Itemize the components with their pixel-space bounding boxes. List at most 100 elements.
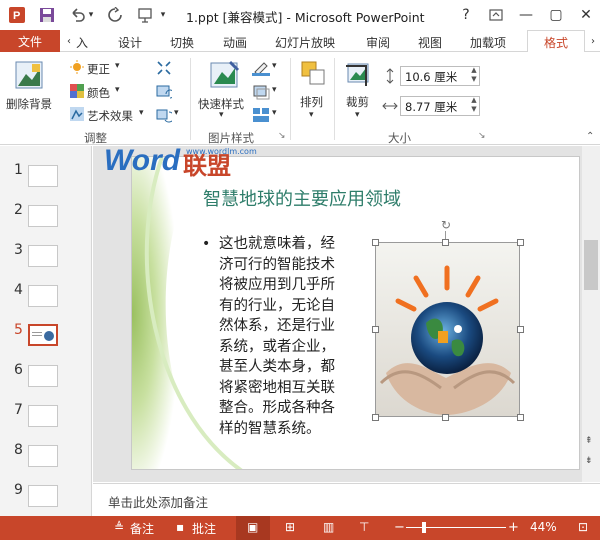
zoom-slider-thumb[interactable]: [422, 522, 426, 533]
remove-background-icon[interactable]: [12, 60, 46, 92]
slide-scrollbar[interactable]: [582, 146, 600, 482]
save-icon[interactable]: [38, 6, 56, 24]
picture-layout-dropdown-icon[interactable]: ▾: [272, 108, 277, 118]
thumbnail-scrollbar[interactable]: [80, 150, 90, 512]
slide-body-text[interactable]: 这也就意味着，经 济可行的智能技术 将被应用到几乎所 有的行业，无论自 然体系，…: [219, 234, 335, 439]
normal-view-icon[interactable]: ▣: [247, 520, 258, 534]
height-spinner-icon[interactable]: ▲ ▼: [468, 66, 480, 86]
slideshow-view-icon[interactable]: ⊤: [359, 520, 369, 534]
collapse-ribbon-icon[interactable]: ⌃: [586, 131, 594, 142]
picture-effects-icon[interactable]: [252, 84, 270, 100]
slide-thumbnail[interactable]: [28, 165, 58, 187]
restore-button[interactable]: ▢: [547, 6, 565, 24]
artistic-effects-dropdown-icon[interactable]: ▾: [139, 108, 144, 118]
selected-picture[interactable]: [375, 242, 520, 417]
crop-icon[interactable]: [344, 60, 372, 88]
quick-styles-dropdown-icon[interactable]: ▾: [219, 110, 224, 120]
tab-transitions[interactable]: 切换: [170, 34, 194, 51]
slide-title[interactable]: 智慧地球的主要应用领域: [203, 185, 401, 211]
tab-scroll-left-icon[interactable]: ‹: [64, 34, 74, 48]
comments-icon[interactable]: ▪: [176, 520, 184, 534]
slide-thumbnail-selected[interactable]: [28, 324, 58, 346]
start-slideshow-icon[interactable]: [136, 6, 154, 24]
quick-styles-icon[interactable]: [208, 60, 240, 92]
slide-number: 4: [14, 282, 23, 298]
slide-thumbnail[interactable]: [28, 485, 58, 507]
color-button[interactable]: 颜色: [87, 85, 110, 101]
help-button[interactable]: ?: [457, 6, 475, 24]
slide-thumbnail[interactable]: [28, 445, 58, 467]
tab-view[interactable]: 视图: [418, 34, 442, 51]
notes-placeholder[interactable]: 单击此处添加备注: [108, 492, 208, 511]
close-button[interactable]: ✕: [577, 6, 595, 24]
slide-thumbnail[interactable]: [28, 245, 58, 267]
zoom-level[interactable]: 44%: [530, 520, 557, 534]
picture-styles-dialog-launcher-icon[interactable]: ↘: [278, 131, 286, 141]
comments-button[interactable]: 批注: [192, 520, 216, 537]
arrange-icon[interactable]: [300, 60, 328, 88]
width-spinner-icon[interactable]: ▲ ▼: [468, 96, 480, 116]
change-picture-icon[interactable]: [156, 84, 175, 100]
redo-icon[interactable]: [106, 6, 124, 24]
tab-format[interactable]: 格式: [527, 30, 585, 53]
corrections-dropdown-icon[interactable]: ▾: [115, 61, 120, 71]
resize-handle[interactable]: [372, 239, 379, 246]
tab-file[interactable]: 文件: [0, 30, 60, 52]
zoom-in-icon[interactable]: +: [508, 520, 519, 535]
next-slide-icon[interactable]: ⇟: [585, 456, 593, 466]
tab-insert-partial[interactable]: 入: [76, 34, 88, 51]
undo-icon[interactable]: [68, 6, 86, 24]
resize-handle[interactable]: [442, 239, 449, 246]
slide-scrollbar-thumb[interactable]: [584, 240, 598, 290]
slide-thumbnail[interactable]: [28, 285, 58, 307]
slide-thumbnail[interactable]: [28, 205, 58, 227]
tab-design[interactable]: 设计: [118, 34, 142, 51]
resize-handle[interactable]: [372, 414, 379, 421]
resize-handle[interactable]: [517, 414, 524, 421]
picture-border-icon[interactable]: [252, 60, 270, 76]
reading-view-icon[interactable]: ▥: [323, 520, 334, 534]
slide-number: 8: [14, 442, 23, 458]
ribbon-display-options-icon[interactable]: [487, 6, 505, 24]
resize-handle[interactable]: [517, 326, 524, 333]
resize-handle[interactable]: [372, 326, 379, 333]
crop-dropdown-icon[interactable]: ▾: [355, 110, 360, 120]
reset-picture-dropdown-icon[interactable]: ▾: [174, 108, 179, 118]
size-dialog-launcher-icon[interactable]: ↘: [478, 131, 486, 141]
tab-scroll-right-icon[interactable]: ›: [588, 34, 598, 48]
picture-effects-dropdown-icon[interactable]: ▾: [272, 85, 277, 95]
undo-dropdown-icon[interactable]: ▾: [86, 6, 96, 24]
resize-handle[interactable]: [442, 414, 449, 421]
notes-toggle-icon[interactable]: ≜: [114, 520, 124, 534]
arrange-dropdown-icon[interactable]: ▾: [309, 110, 314, 120]
tab-animations[interactable]: 动画: [223, 34, 247, 51]
fit-slide-icon[interactable]: ⊡: [578, 520, 588, 534]
minimize-button[interactable]: —: [517, 6, 535, 24]
body-line: 将紧密地相互关联: [219, 379, 335, 396]
arrange-button[interactable]: 排列: [300, 94, 323, 110]
slide-number: 1: [14, 162, 23, 178]
resize-handle[interactable]: [517, 239, 524, 246]
reset-picture-icon[interactable]: [156, 107, 175, 123]
zoom-slider-track[interactable]: [406, 527, 506, 528]
picture-layout-icon[interactable]: [252, 107, 270, 123]
color-dropdown-icon[interactable]: ▾: [115, 85, 120, 95]
compress-pictures-icon[interactable]: [156, 60, 172, 76]
rotate-handle-icon[interactable]: ↻: [441, 218, 451, 232]
zoom-out-icon[interactable]: −: [394, 520, 405, 535]
tab-slideshow[interactable]: 幻灯片放映: [275, 34, 335, 51]
artistic-effects-button[interactable]: 艺术效果: [87, 108, 133, 124]
corrections-button[interactable]: 更正: [87, 61, 110, 77]
remove-background-button[interactable]: 删除背景: [6, 96, 52, 112]
notes-toggle-button[interactable]: 备注: [130, 520, 154, 537]
crop-button[interactable]: 裁剪: [346, 94, 369, 110]
window-title: 1.ppt [兼容模式] - Microsoft PowerPoint: [186, 10, 425, 25]
customize-quick-access-icon[interactable]: ▾: [158, 6, 168, 24]
tab-addins[interactable]: 加载项: [470, 34, 506, 51]
slide-thumbnail[interactable]: [28, 405, 58, 427]
slide-sorter-icon[interactable]: ⊞: [285, 520, 295, 534]
slide-thumbnail[interactable]: [28, 365, 58, 387]
tab-review[interactable]: 审阅: [366, 34, 390, 51]
previous-slide-icon[interactable]: ⇞: [585, 436, 593, 446]
picture-border-dropdown-icon[interactable]: ▾: [272, 61, 277, 71]
